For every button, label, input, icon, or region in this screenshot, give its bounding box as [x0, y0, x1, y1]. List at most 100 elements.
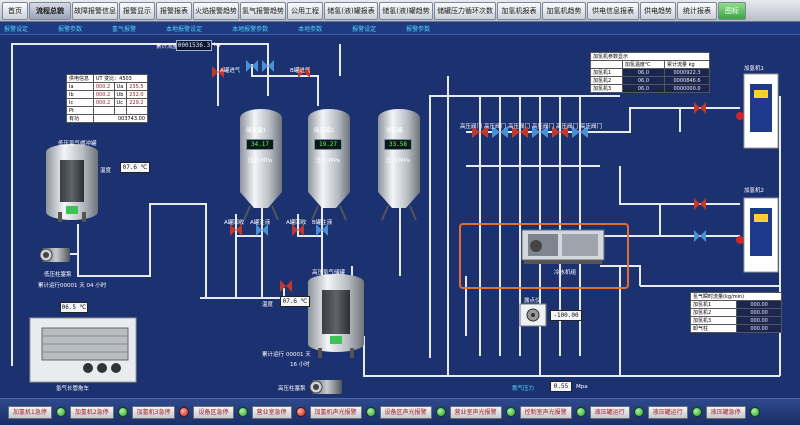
- power-key: Ic: [66, 98, 94, 107]
- hydraulic-run-button-2[interactable]: 液压罐运行: [647, 405, 688, 419]
- valve-label: A罐注液: [250, 220, 271, 226]
- valve-label: B罐注液: [312, 220, 333, 226]
- lp-runtime-value: 00001 天 04 小时: [60, 283, 107, 289]
- flow-value: 000.00: [736, 316, 782, 325]
- flow-value: 000.00: [736, 308, 782, 317]
- power-value: 000.2: [92, 82, 115, 91]
- scada-screen: 首页 流程总貌 故障报警信息 报警显示 报警报表 火焰报警趋势 氢气报警趋势 公…: [0, 0, 800, 425]
- tab-flame-trend[interactable]: 火焰报警趋势: [193, 1, 239, 20]
- alarm-equipment-area-button[interactable]: 设备区声光报警: [379, 405, 432, 419]
- status-lamp-icon: [365, 407, 376, 417]
- emergency-stop-bar: 加氢机1急停 加氢机2急停 加氢机3急停 设备区急停 营业室急停 加氢机声光报警…: [0, 398, 800, 425]
- alarm-business-room-button[interactable]: 营业室声光报警: [449, 405, 502, 419]
- vent-tank-pressure: 33.58: [384, 139, 412, 150]
- hp-plunger-pump[interactable]: [309, 380, 342, 394]
- tab-home[interactable]: 首页: [2, 1, 28, 20]
- instant-flow-title: 氢气瞬时流量(kg/min): [690, 292, 782, 301]
- tank1-pressure: 34.17: [246, 139, 274, 150]
- estop-equipment-area-button[interactable]: 设备区急停: [193, 405, 234, 419]
- trailer-label: 氢气长管拖车: [56, 386, 90, 392]
- dew-point-value: -100.00: [550, 310, 582, 321]
- sub-item[interactable]: 本地参数: [298, 24, 322, 33]
- sub-item[interactable]: 报警参数: [58, 24, 82, 33]
- estop-dispenser-1-button[interactable]: 加氢机1急停: [8, 405, 52, 419]
- valve[interactable]: [694, 230, 706, 242]
- tab-power-trend[interactable]: 供电趋势: [640, 1, 676, 20]
- flow-value: 000.00: [736, 324, 782, 333]
- status-lamp-icon: [435, 407, 446, 417]
- dew-point-label: 露点仪: [524, 298, 541, 304]
- status-lamp-icon: [55, 407, 66, 417]
- sub-item[interactable]: 本地报警设定: [166, 24, 202, 33]
- alarm-dispenser-button[interactable]: 加氢机声光报警: [309, 405, 362, 419]
- estop-dispenser-2-button[interactable]: 加氢机2急停: [69, 405, 114, 419]
- inlet-flow-value: 0001536.3: [176, 40, 212, 51]
- sub-toolbar: 报警设定 报警参数 氢气报警 本地报警设定 本地报警参数 本地参数 报警设定 报…: [0, 22, 800, 35]
- dispenser-name: 加氢机2: [590, 76, 623, 85]
- tab-fault-alarms[interactable]: 故障报警信息: [72, 1, 118, 20]
- tab-h2-trend[interactable]: 氢气报警趋势: [240, 1, 286, 20]
- hp-valve-label: 高压阀门: [556, 124, 579, 130]
- tab-dispenser-trend[interactable]: 加氢机趋势: [542, 1, 586, 20]
- dew-point-meter[interactable]: [519, 303, 547, 327]
- valve[interactable]: [694, 102, 706, 114]
- valve-label: A罐回收: [224, 220, 245, 226]
- valve[interactable]: [280, 280, 292, 292]
- valve[interactable]: [694, 198, 706, 210]
- sub-item[interactable]: 氢气报警: [112, 24, 136, 33]
- dispenser-2-unit[interactable]: [736, 197, 779, 273]
- status-lamp-icon: [691, 407, 702, 417]
- vent-tank-unit: 压力 MPa: [386, 158, 410, 164]
- estop-dispenser-3-button[interactable]: 加氢机3急停: [131, 405, 176, 419]
- tab-icon-status[interactable]: 图标: [718, 1, 746, 20]
- hydraulic-estop-button[interactable]: 液压罐急停: [705, 405, 746, 419]
- status-lamp-icon: [633, 407, 644, 417]
- valve-label-b-inlet: B罐进气: [290, 68, 311, 74]
- lp-plunger-pump[interactable]: [39, 248, 70, 262]
- tab-pressure-cycles[interactable]: 储罐压力循环次数: [434, 1, 496, 20]
- alarm-control-room-button[interactable]: 控制室声光报警: [519, 405, 572, 419]
- tube-trailer[interactable]: [29, 317, 137, 383]
- hp-pump-label: 高压柱塞泵: [278, 386, 306, 392]
- power-value: 229.2: [126, 98, 148, 107]
- hydraulic-run-button[interactable]: 液压罐运行: [589, 405, 630, 419]
- sub-item[interactable]: 本地报警参数: [232, 24, 268, 33]
- col-header: [590, 60, 623, 69]
- tab-tank-trend[interactable]: 储氢(液)罐趋势: [379, 1, 433, 20]
- tab-tank-report[interactable]: 储氢(液)罐报表: [324, 1, 378, 20]
- power-energy-value: 003743.00: [92, 114, 149, 123]
- status-lamp-icon: [749, 407, 760, 417]
- dispenser-1-label: 加氢机1: [744, 66, 764, 72]
- power-value: 235.5: [126, 82, 148, 91]
- status-lamp-icon: [179, 407, 190, 417]
- power-info-panel: 供电信息 UT 变比：4503 Ia 000.2 Ua 235.5 Ib 000.2 Ub 2…: [66, 74, 149, 123]
- power-key: Ua: [113, 82, 128, 91]
- vent-tank-name: 排空罐: [386, 128, 403, 134]
- tab-process-overview[interactable]: 流程总貌: [29, 1, 71, 20]
- dispenser-flow: 0000846.6: [664, 76, 710, 85]
- hp-storage-tank[interactable]: [308, 274, 364, 358]
- trailer-temp-value: 06.5 ℃: [60, 302, 88, 313]
- lp-runtime-label: 累计运行: [38, 283, 61, 289]
- tab-alarm-report[interactable]: 报警报表: [156, 1, 192, 20]
- tank1-unit: 压力 MPa: [248, 158, 272, 164]
- dispenser-temp: 06.0: [621, 68, 666, 77]
- tab-alarm-display[interactable]: 报警显示: [119, 1, 155, 20]
- tab-power-report[interactable]: 供电信息报表: [587, 1, 639, 20]
- sub-item[interactable]: 报警参数: [406, 24, 430, 33]
- tab-statistics[interactable]: 统计报表: [677, 1, 717, 20]
- chiller-label: 冷水机组: [554, 270, 577, 276]
- tank2-name: 储氢罐2: [314, 128, 334, 134]
- estop-business-room-button[interactable]: 营业室急停: [251, 405, 292, 419]
- sub-item[interactable]: 报警设定: [4, 24, 28, 33]
- flow-name: 加氢机1: [689, 300, 738, 309]
- tab-dispenser-report[interactable]: 加氢机报表: [497, 1, 541, 20]
- dispenser-flow: 0000922.3: [664, 68, 710, 77]
- chiller-unit[interactable]: [521, 229, 605, 264]
- hp-valve-label: 高压阀门: [532, 124, 555, 130]
- sub-item[interactable]: 报警设定: [352, 24, 376, 33]
- tank1-name: 储氢罐1: [246, 128, 266, 134]
- tab-utilities[interactable]: 公用工程: [287, 1, 323, 20]
- dispenser-1-unit[interactable]: [736, 73, 779, 149]
- buffer-tank[interactable]: [46, 144, 98, 222]
